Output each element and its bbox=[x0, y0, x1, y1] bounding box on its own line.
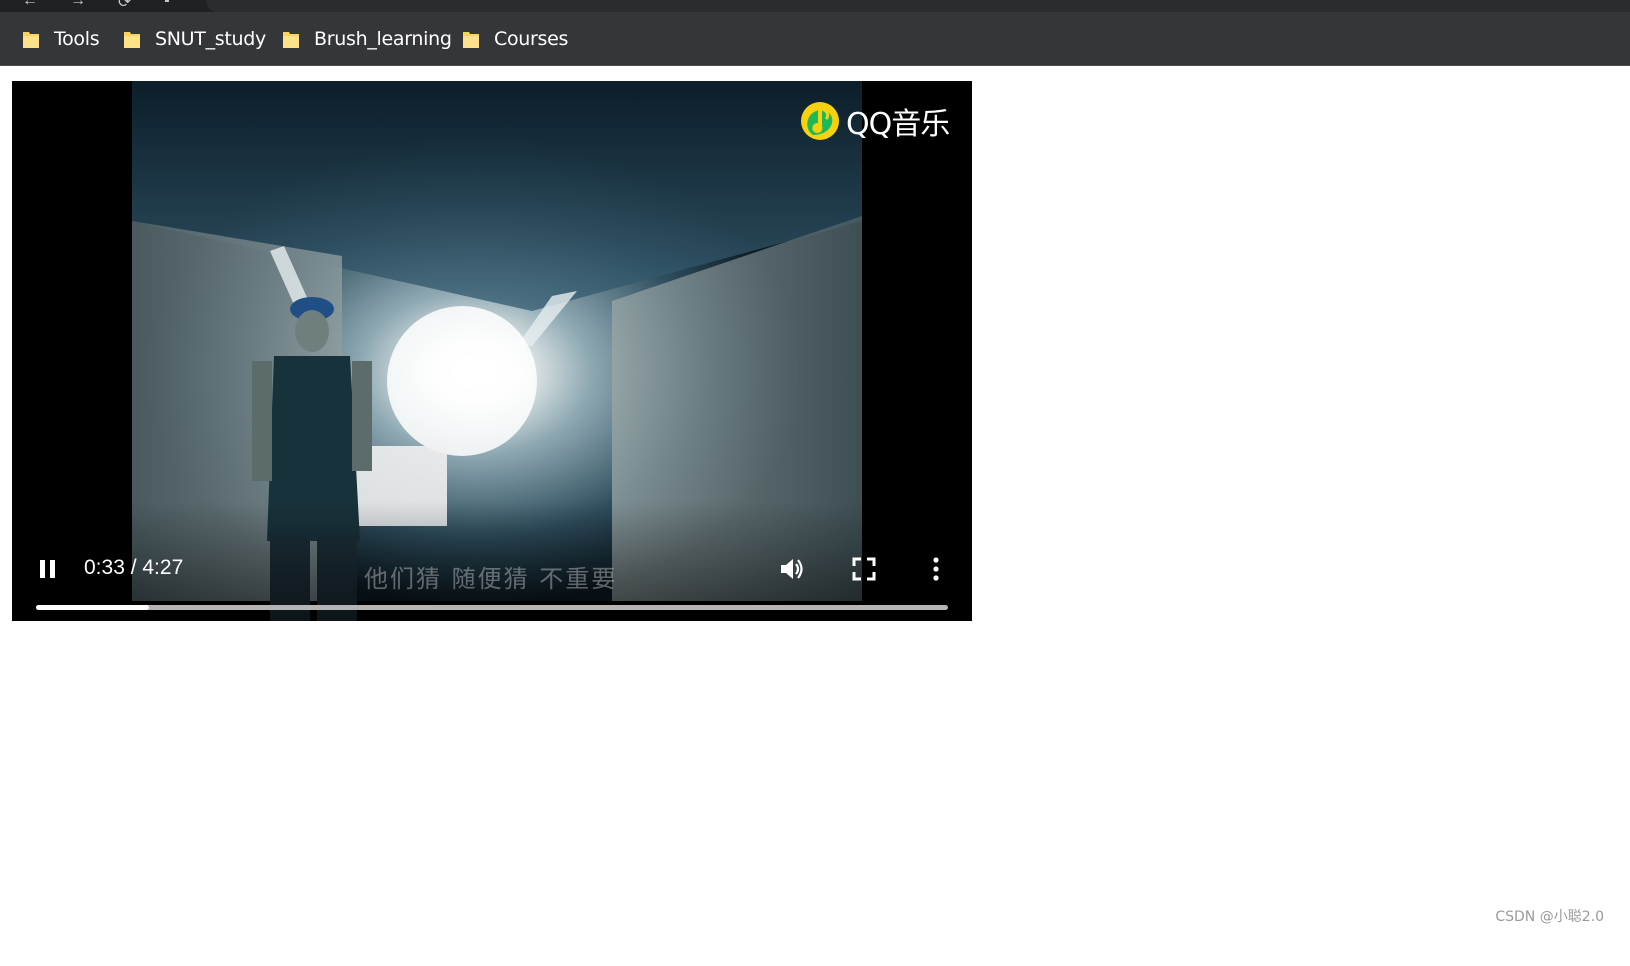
qq-music-logo: QQ音乐 bbox=[800, 99, 950, 143]
browser-toolbar: ← → ⟳ ▪ bbox=[0, 0, 1630, 12]
bookmark-label: Courses bbox=[494, 28, 569, 50]
bookmark-label: SNUT_study bbox=[155, 28, 266, 50]
home-icon[interactable]: ▪ bbox=[164, 0, 170, 10]
video-subtitle: 他们猜 随便猜 不重要 bbox=[364, 565, 618, 593]
qq-music-wordmark: QQ音乐 bbox=[846, 107, 950, 142]
reload-icon[interactable]: ⟳ bbox=[118, 0, 131, 12]
bookmark-tools[interactable]: Tools bbox=[22, 26, 100, 52]
more-vertical-icon[interactable] bbox=[922, 555, 950, 583]
folder-icon bbox=[283, 31, 299, 48]
bookmark-label: Tools bbox=[54, 28, 100, 50]
forward-icon[interactable]: → bbox=[70, 0, 86, 10]
bookmark-brush-learning[interactable]: Brush_learning bbox=[282, 26, 452, 52]
video-player[interactable]: QQ音乐 0:33 / 4:27 他们猜 随便猜 不重要 bbox=[12, 81, 972, 621]
address-bar[interactable] bbox=[206, 0, 1630, 12]
folder-icon bbox=[463, 31, 479, 48]
music-note-icon bbox=[801, 102, 839, 140]
progress-fill bbox=[36, 605, 149, 610]
fullscreen-icon[interactable] bbox=[850, 555, 878, 583]
pause-icon[interactable] bbox=[34, 555, 62, 583]
progress-bar[interactable] bbox=[36, 605, 948, 610]
folder-icon bbox=[124, 31, 140, 48]
watermark: CSDN @小聪2.0 bbox=[1495, 909, 1604, 925]
volume-icon[interactable] bbox=[778, 555, 806, 583]
back-icon[interactable]: ← bbox=[22, 0, 38, 10]
bookmark-courses[interactable]: Courses bbox=[462, 26, 568, 52]
time-display: 0:33 / 4:27 bbox=[84, 556, 184, 579]
bookmark-label: Brush_learning bbox=[314, 28, 452, 50]
bookmarks-bar: Tools SNUT_study Brush_learning Courses bbox=[0, 12, 1630, 66]
video-controls: 0:33 / 4:27 他们猜 随便猜 不重要 bbox=[12, 501, 972, 621]
folder-icon bbox=[23, 31, 39, 48]
bookmark-snut-study[interactable]: SNUT_study bbox=[123, 26, 266, 52]
